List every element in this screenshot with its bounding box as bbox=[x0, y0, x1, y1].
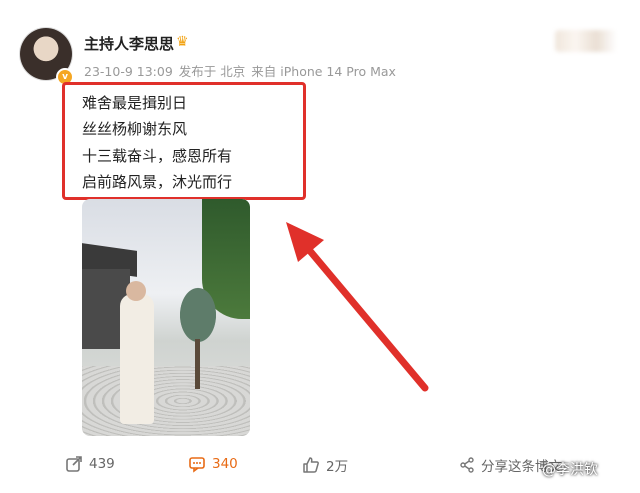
comment-button[interactable]: 340 bbox=[188, 455, 238, 473]
like-button[interactable]: 2万 bbox=[302, 455, 348, 475]
watermark: @李洪钦 bbox=[542, 462, 598, 478]
share-icon bbox=[66, 456, 82, 472]
red-arrow bbox=[286, 222, 429, 392]
repost-button[interactable]: 439 bbox=[65, 455, 115, 473]
like-icon bbox=[303, 457, 319, 473]
comment-count: 340 bbox=[212, 456, 238, 472]
like-count: 2万 bbox=[326, 459, 349, 475]
comment-icon bbox=[189, 457, 205, 473]
repost-count: 439 bbox=[89, 456, 115, 472]
share-to-icon bbox=[460, 457, 474, 473]
